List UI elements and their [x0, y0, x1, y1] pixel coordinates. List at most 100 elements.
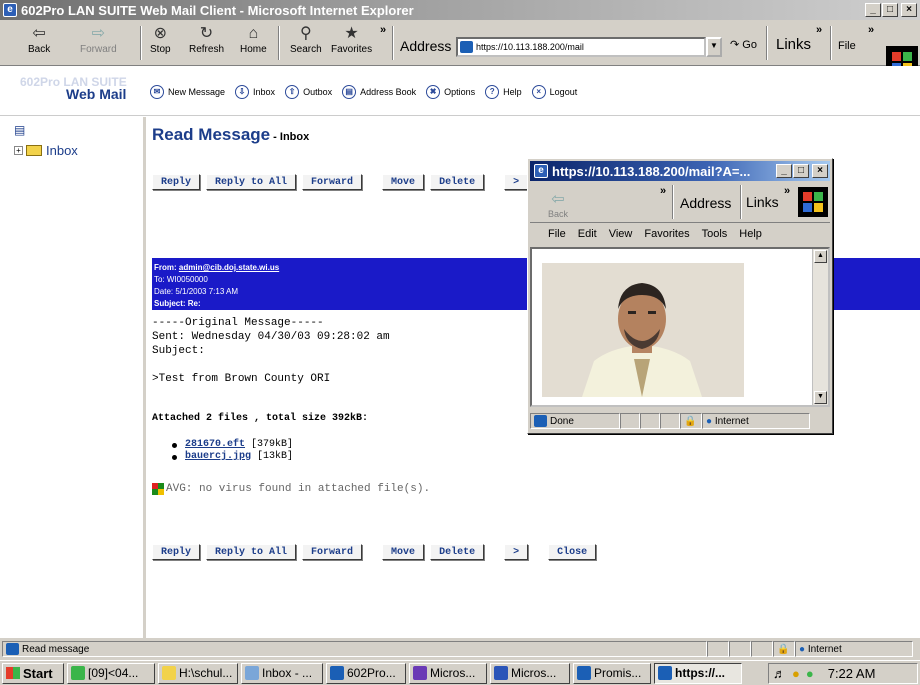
menu-favorites[interactable]: Favorites: [644, 228, 689, 240]
scroll-up-icon[interactable]: ▲: [814, 250, 827, 263]
logout-link[interactable]: × Logout: [531, 85, 577, 99]
popup-maximize-button[interactable]: □: [793, 164, 809, 178]
folder-sidebar: ▤ + Inbox: [0, 117, 146, 638]
folder-label: - Inbox: [270, 131, 310, 143]
envelope-icon: ✉: [150, 85, 164, 99]
popup-chevron-icon[interactable]: »: [660, 185, 666, 197]
popup-scrollbar[interactable]: ▲ ▼: [812, 249, 828, 405]
delete-button[interactable]: Delete: [430, 544, 485, 560]
start-button[interactable]: Start: [2, 662, 64, 684]
popup-toolbar: ⇦ Back » Address Links »: [530, 183, 830, 223]
back-arrow-icon: ⇦: [32, 25, 46, 42]
file-menu[interactable]: File: [838, 40, 856, 52]
popup-links-chevron-icon[interactable]: »: [784, 185, 790, 197]
menu-edit[interactable]: Edit: [578, 228, 597, 240]
folder-icon: [26, 145, 42, 156]
logout-icon: ×: [531, 85, 546, 99]
menu-help[interactable]: Help: [739, 228, 762, 240]
windows-logo-icon: [798, 187, 828, 217]
taskbar-item[interactable]: Promis...: [573, 662, 651, 684]
forward-button[interactable]: ⇨ Forward: [80, 24, 117, 62]
minimize-button[interactable]: _: [865, 3, 881, 17]
attachment-link[interactable]: bauercj.jpg: [185, 451, 251, 463]
help-link[interactable]: ? Help: [485, 85, 522, 99]
taskbar-item[interactable]: Micros...: [409, 662, 487, 684]
popup-address-label[interactable]: Address: [680, 195, 731, 211]
links-chevron-icon[interactable]: »: [816, 24, 822, 36]
attachment-list: 281670.eft [379kB] bauercj.jpg [13kB]: [172, 439, 293, 463]
sidebar-item-inbox[interactable]: + Inbox: [14, 143, 78, 158]
popup-title-bar[interactable]: e https://10.113.188.200/mail?A=... _ □ …: [530, 161, 830, 181]
windows-flag-icon: [6, 667, 20, 679]
popup-links-button[interactable]: Links: [746, 194, 779, 210]
clock[interactable]: 7:22 AM: [828, 666, 876, 681]
next-message-button[interactable]: >: [504, 174, 529, 190]
taskbar-item[interactable]: H:\schul...: [158, 662, 238, 684]
taskbar-item-active[interactable]: https://...: [654, 662, 742, 684]
links-button[interactable]: Links: [776, 36, 811, 53]
options-link[interactable]: ✖ Options: [426, 85, 475, 99]
expand-icon[interactable]: +: [14, 146, 23, 155]
go-arrow-icon: ↷: [730, 39, 740, 51]
reply-button[interactable]: Reply: [152, 544, 201, 560]
delete-button[interactable]: Delete: [430, 174, 485, 190]
move-button[interactable]: Move: [382, 544, 425, 560]
taskbar-item[interactable]: [09]<04...: [67, 662, 155, 684]
lock-icon: 🔒: [773, 641, 795, 657]
menu-tools[interactable]: Tools: [702, 228, 728, 240]
stop-icon: ⊗: [153, 25, 167, 42]
sender-link[interactable]: admin@cib.doj.state.wi.us: [179, 263, 279, 272]
avg-icon: [152, 483, 164, 495]
refresh-button[interactable]: ↻ Refresh: [189, 24, 224, 62]
close-button[interactable]: ×: [901, 3, 917, 17]
reply-button[interactable]: Reply: [152, 174, 201, 190]
inbox-link[interactable]: ⇩ Inbox: [235, 85, 275, 99]
home-icon: ⌂: [248, 25, 259, 42]
attachment-link[interactable]: 281670.eft: [185, 439, 245, 451]
taskbar-item[interactable]: Micros...: [490, 662, 570, 684]
menu-chevron-icon[interactable]: »: [868, 24, 874, 36]
ie-toolbar: ⇦ Back ⇨ Forward ⊗ Stop ↻ Refresh ⌂ Home ⚲ Sea…: [0, 20, 920, 78]
new-message-link[interactable]: ✉ New Message: [150, 85, 225, 99]
scroll-down-icon[interactable]: ▼: [814, 391, 827, 404]
network-icon[interactable]: ●: [792, 666, 800, 681]
taskbar-item[interactable]: Inbox - ...: [241, 662, 323, 684]
menu-file[interactable]: File: [548, 228, 566, 240]
move-button[interactable]: Move: [382, 174, 425, 190]
menu-view[interactable]: View: [609, 228, 633, 240]
next-message-button[interactable]: >: [504, 544, 529, 560]
toolbar-chevron-icon[interactable]: »: [380, 24, 386, 36]
attachment-item: 281670.eft [379kB]: [172, 439, 293, 451]
volume-icon[interactable]: ♬: [773, 666, 786, 681]
popup-window: e https://10.113.188.200/mail?A=... _ □ …: [527, 158, 833, 434]
sidebar-inbox-label: Inbox: [46, 143, 78, 158]
address-book-link[interactable]: ▤ Address Book: [342, 85, 416, 99]
address-dropdown-button[interactable]: ▼: [706, 37, 722, 57]
go-button[interactable]: ↷ Go: [730, 38, 757, 51]
maximize-button[interactable]: □: [882, 3, 898, 17]
popup-close-button[interactable]: ×: [812, 164, 828, 178]
reply-all-button[interactable]: Reply to All: [206, 544, 297, 560]
popup-minimize-button[interactable]: _: [776, 164, 792, 178]
ie-status-bar: Read message 🔒 ● Internet: [0, 638, 920, 660]
reply-all-button[interactable]: Reply to All: [206, 174, 297, 190]
forward-message-button[interactable]: Forward: [302, 174, 363, 190]
messenger-icon[interactable]: ●: [806, 666, 814, 681]
message-body: -----Original Message----- Sent: Wednesd…: [152, 317, 390, 385]
popup-zone: ● Internet: [702, 413, 810, 429]
address-field[interactable]: https://10.113.188.200/mail: [456, 37, 706, 57]
taskbar-item[interactable]: 602Pro...: [326, 662, 406, 684]
outbox-link[interactable]: ⇧ Outbox: [285, 85, 332, 99]
search-button[interactable]: ⚲ Search: [290, 24, 322, 62]
popup-status-bar: Done 🔒 ● Internet: [530, 411, 830, 431]
favorites-button[interactable]: ★ Favorites: [331, 24, 372, 62]
app-icon: [71, 666, 85, 680]
forward-message-button[interactable]: Forward: [302, 544, 363, 560]
popup-back-button[interactable]: ⇦ Back: [548, 189, 568, 219]
back-button[interactable]: ⇦ Back: [28, 24, 50, 62]
close-message-button[interactable]: Close: [548, 544, 597, 560]
bottom-action-bar: Reply Reply to All Forward Move Delete >…: [152, 544, 602, 560]
home-button[interactable]: ⌂ Home: [240, 24, 267, 62]
windows-taskbar: Start [09]<04... H:\schul... Inbox - ...…: [0, 660, 920, 685]
stop-button[interactable]: ⊗ Stop: [150, 24, 171, 62]
